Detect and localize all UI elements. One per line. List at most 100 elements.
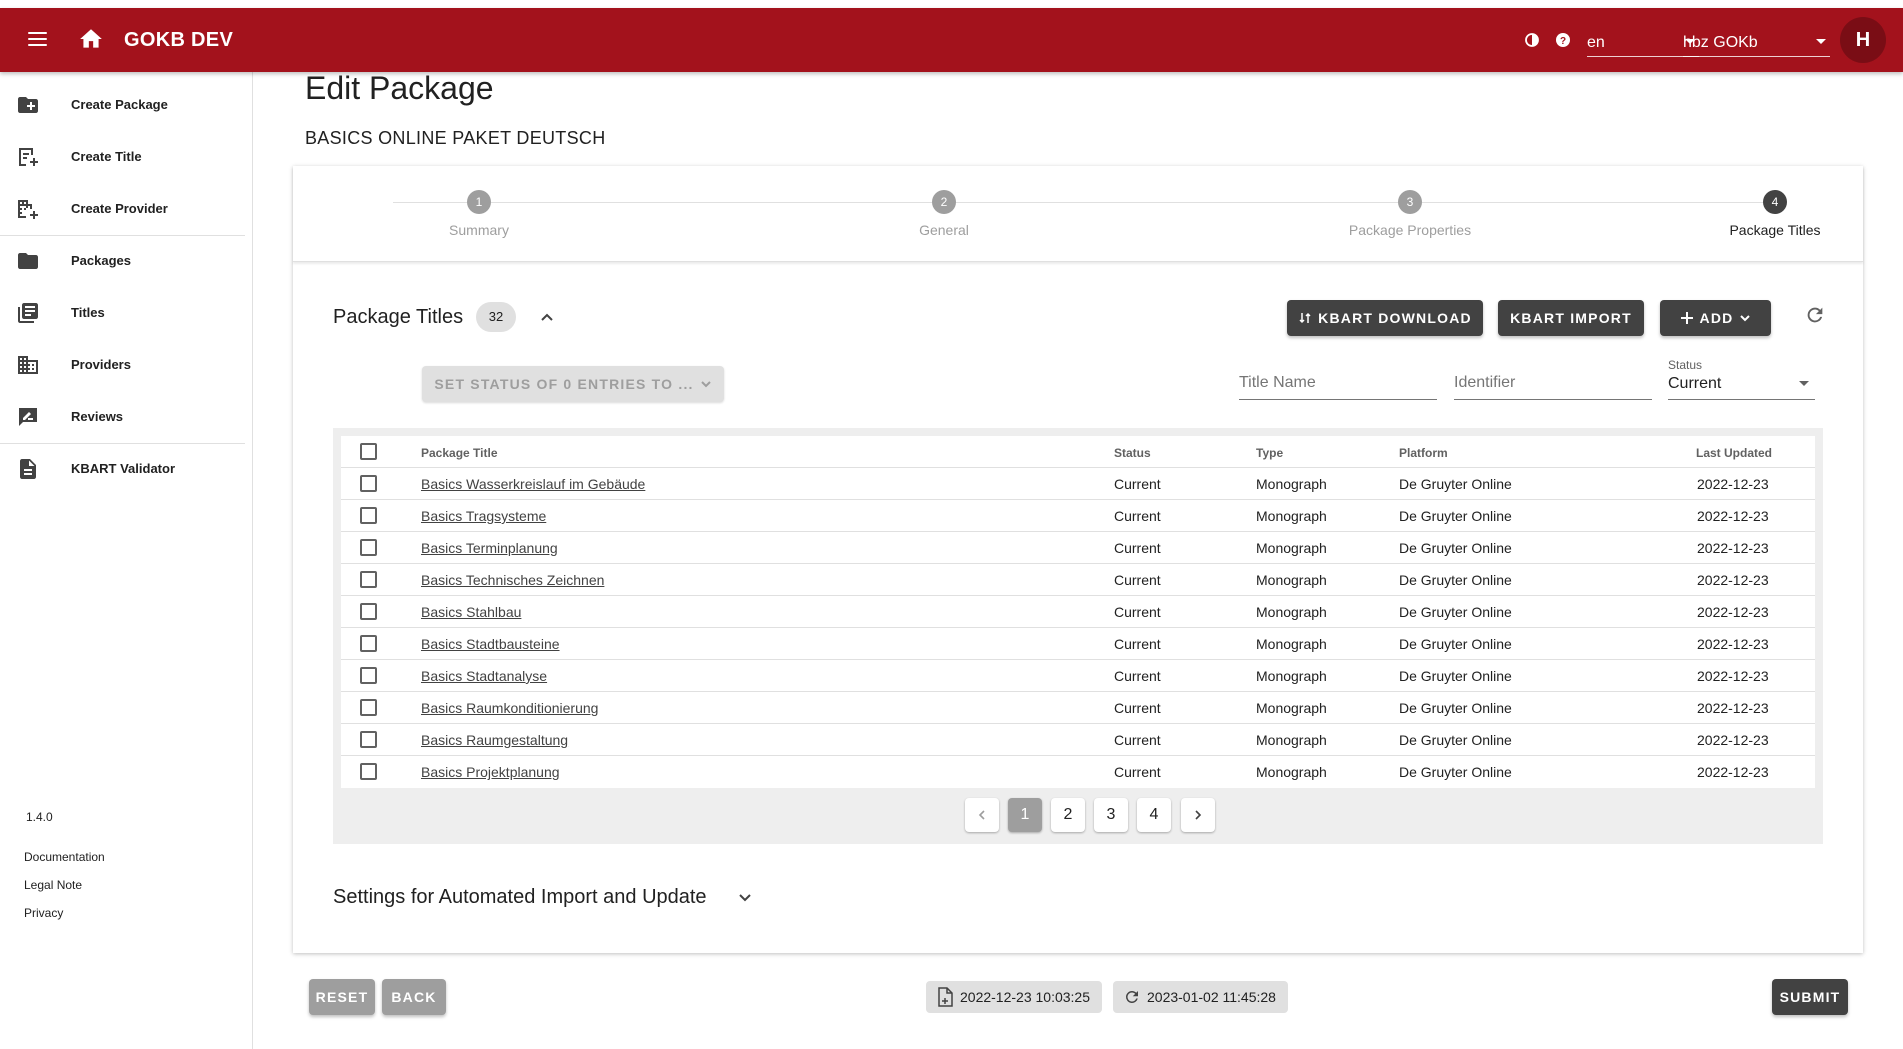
chevron-down-icon[interactable] [735, 887, 755, 907]
step-package-properties[interactable]: 3 Package Properties [1310, 190, 1510, 238]
sidebar: Create Package Create Title Create Provi… [0, 72, 253, 1049]
title-link[interactable]: Basics Raumgestaltung [421, 732, 568, 748]
app-title[interactable]: GOKB DEV [124, 29, 233, 52]
column-header-type[interactable]: Type [1256, 446, 1283, 460]
updated-date: 2023-01-02 11:45:28 [1147, 989, 1276, 1005]
column-header-last-updated[interactable]: Last Updated [1696, 446, 1772, 460]
pagination-prev[interactable] [965, 798, 999, 832]
menu-icon[interactable] [26, 28, 50, 52]
identifier-filter[interactable]: Identifier [1454, 360, 1652, 400]
chevron-right-icon [1195, 810, 1202, 820]
title-link[interactable]: Basics Raumkonditionierung [421, 700, 598, 716]
legal-note-link[interactable]: Legal Note [24, 878, 82, 892]
pagination-next[interactable] [1181, 798, 1215, 832]
kbart-import-button[interactable]: KBART IMPORT [1498, 300, 1644, 336]
sidebar-item-label: Titles [71, 304, 105, 320]
table-row[interactable]: Basics Raumkonditionierung Current Monogra… [341, 692, 1815, 724]
cell-last-updated: 2022-12-23 [1697, 604, 1769, 620]
row-checkbox[interactable] [360, 667, 377, 684]
title-name-placeholder: Title Name [1239, 374, 1316, 391]
column-header-platform[interactable]: Platform [1399, 446, 1448, 460]
title-link[interactable]: Basics Stadtanalyse [421, 668, 547, 684]
title-link[interactable]: Basics Technisches Zeichnen [421, 572, 604, 588]
submit-button[interactable]: SUBMIT [1772, 979, 1848, 1015]
row-checkbox[interactable] [360, 571, 377, 588]
chevron-up-icon[interactable] [537, 308, 557, 328]
back-button[interactable]: BACK [382, 979, 446, 1015]
kbart-download-button[interactable]: KBART DOWNLOAD [1287, 300, 1483, 336]
pagination-page-3[interactable]: 3 [1094, 798, 1128, 832]
cell-status: Current [1114, 540, 1161, 556]
cell-platform: De Gruyter Online [1399, 668, 1512, 684]
sidebar-item-create-provider[interactable]: Create Provider [0, 184, 253, 232]
title-link[interactable]: Basics Stadtbausteine [421, 636, 560, 652]
stepper: 1 Summary 2 General 3 Package Properties… [293, 166, 1863, 262]
column-header-status[interactable]: Status [1114, 446, 1151, 460]
sidebar-item-titles[interactable]: Titles [0, 288, 253, 336]
step-label: Package Properties [1348, 222, 1472, 238]
table-row[interactable]: Basics Tragsysteme Current Monograph De Gru… [341, 500, 1815, 532]
table-row[interactable]: Basics Projektplanung Current Monograph De … [341, 756, 1815, 788]
step-package-titles[interactable]: 4 Package Titles [1675, 190, 1875, 238]
title-link[interactable]: Basics Stahlbau [421, 604, 521, 620]
row-checkbox[interactable] [360, 539, 377, 556]
sidebar-item-create-title[interactable]: Create Title [0, 132, 253, 180]
step-number: 1 [467, 190, 491, 214]
status-filter-value: Current [1668, 375, 1722, 392]
section-title-settings[interactable]: Settings for Automated Import and Update [333, 886, 707, 909]
row-checkbox[interactable] [360, 475, 377, 492]
file-add-icon [938, 987, 953, 1007]
title-link[interactable]: Basics Projektplanung [421, 764, 560, 780]
refresh-icon[interactable] [1804, 304, 1826, 326]
table-row[interactable]: Basics Technisches Zeichnen Current Monogr… [341, 564, 1815, 596]
row-checkbox[interactable] [360, 763, 377, 780]
status-filter-label: Status [1668, 358, 1703, 372]
step-summary[interactable]: 1 Summary [379, 190, 579, 238]
table-body: Basics Wasserkreislauf im Gebäude Current… [341, 468, 1815, 788]
pagination-page-1[interactable]: 1 [1008, 798, 1042, 832]
select-all-checkbox[interactable] [360, 443, 377, 460]
status-filter-select[interactable]: Status Current [1668, 358, 1815, 400]
row-checkbox[interactable] [360, 699, 377, 716]
cell-type: Monograph [1256, 476, 1327, 492]
table-row[interactable]: Basics Stahlbau Current Monograph De Gruyte… [341, 596, 1815, 628]
title-link[interactable]: Basics Terminplanung [421, 540, 558, 556]
cell-platform: De Gruyter Online [1399, 572, 1512, 588]
title-link[interactable]: Basics Tragsysteme [421, 508, 546, 524]
namespace-select[interactable]: hbz GOKb [1683, 24, 1830, 57]
sidebar-item-reviews[interactable]: Reviews [0, 392, 253, 440]
step-general[interactable]: 2 General [844, 190, 1044, 238]
sidebar-item-kbart-validator[interactable]: KBART Validator [0, 444, 253, 492]
home-icon[interactable] [78, 26, 104, 52]
sidebar-item-create-package[interactable]: Create Package [0, 80, 253, 128]
title-name-filter[interactable]: Title Name [1239, 360, 1437, 400]
row-checkbox[interactable] [360, 507, 377, 524]
row-checkbox[interactable] [360, 603, 377, 620]
step-number: 3 [1398, 190, 1422, 214]
pagination-page-4[interactable]: 4 [1137, 798, 1171, 832]
column-header-title[interactable]: Package Title [421, 446, 498, 460]
pagination-page-2[interactable]: 2 [1051, 798, 1085, 832]
row-checkbox[interactable] [360, 731, 377, 748]
table-row[interactable]: Basics Stadtbausteine Current Monograph De … [341, 628, 1815, 660]
sidebar-item-packages[interactable]: Packages [0, 236, 253, 284]
table-row[interactable]: Basics Stadtanalyse Current Monograph De Gr… [341, 660, 1815, 692]
documentation-link[interactable]: Documentation [24, 850, 105, 864]
create-package-icon [16, 93, 40, 117]
table-header: Package Title Status Type Platform Last … [341, 436, 1815, 468]
add-button[interactable]: ADD [1660, 300, 1771, 336]
row-checkbox[interactable] [360, 635, 377, 652]
table-row[interactable]: Basics Wasserkreislauf im Gebäude Current… [341, 468, 1815, 500]
sidebar-item-providers[interactable]: Providers [0, 340, 253, 388]
title-link[interactable]: Basics Wasserkreislauf im Gebäude [421, 476, 645, 492]
privacy-link[interactable]: Privacy [24, 906, 63, 920]
reset-button[interactable]: RESET [309, 979, 375, 1015]
chevron-left-icon [978, 810, 985, 820]
contrast-icon[interactable] [1524, 32, 1540, 48]
table-row[interactable]: Basics Terminplanung Current Monograph De G… [341, 532, 1815, 564]
help-icon[interactable]: ? [1555, 32, 1571, 48]
table-row[interactable]: Basics Raumgestaltung Current Monograph De … [341, 724, 1815, 756]
add-label: ADD [1699, 310, 1734, 326]
avatar[interactable]: H [1840, 17, 1886, 63]
cell-status: Current [1114, 700, 1161, 716]
